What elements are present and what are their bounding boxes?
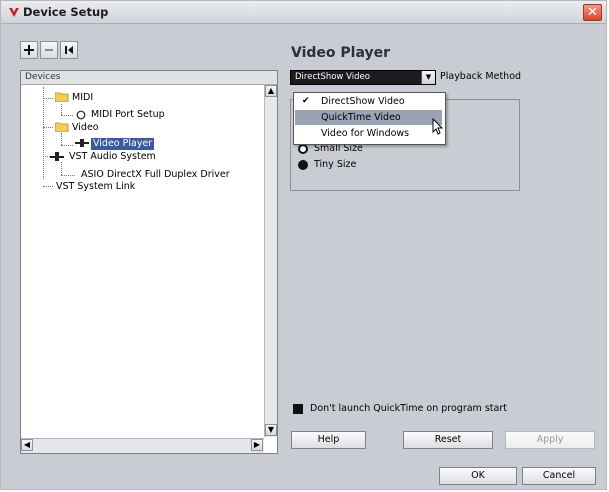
quicktime-launch-label: Don't launch QuickTime on program start [310, 403, 507, 414]
ok-button[interactable]: OK [439, 467, 517, 485]
reset-device-button[interactable] [60, 41, 78, 59]
minus-icon [45, 49, 53, 51]
chevron-left-icon: ◀ [23, 440, 31, 449]
video-device-icon [75, 139, 89, 147]
remove-device-button[interactable] [40, 41, 58, 59]
folder-icon [55, 122, 69, 132]
devices-vertical-scrollbar[interactable]: ▲ ▼ [264, 85, 277, 437]
dropdown-option-label: DirectShow Video [321, 96, 405, 107]
playback-method-select[interactable]: DirectShow Video ▼ [290, 70, 436, 85]
devices-toolbar [20, 41, 80, 61]
tree-item-video[interactable]: Video [72, 122, 99, 134]
radio-button[interactable] [298, 144, 308, 154]
quicktime-launch-checkbox[interactable] [293, 404, 303, 414]
device-setup-window: Device Setup ✕ Devices MIDI MIDI Port Se… [0, 0, 607, 490]
dropdown-option[interactable]: QuickTime Video [295, 110, 442, 125]
help-button[interactable]: Help [291, 431, 366, 449]
radio-label: Tiny Size [314, 159, 357, 170]
audio-system-icon [50, 152, 64, 161]
tree-item-midi-port-setup[interactable]: MIDI Port Setup [91, 109, 165, 121]
scroll-up-button[interactable]: ▲ [265, 85, 277, 97]
chevron-up-icon: ▲ [267, 86, 275, 95]
checkmark-icon: ✔ [302, 96, 310, 106]
dropdown-option[interactable]: Video for Windows [295, 126, 442, 141]
playback-method-value: DirectShow Video [295, 72, 370, 82]
dropdown-arrow-icon[interactable]: ▼ [421, 71, 435, 84]
scroll-down-button[interactable]: ▼ [265, 424, 277, 436]
playback-method-label: Playback Method [440, 71, 522, 82]
add-device-button[interactable] [20, 41, 38, 59]
reset-button[interactable]: Reset [403, 431, 493, 449]
chevron-right-icon: ▶ [253, 440, 261, 449]
title-bar[interactable]: Device Setup ✕ [1, 1, 606, 24]
tree-item-asio-driver[interactable]: ASIO DirectX Full Duplex Driver [81, 169, 230, 181]
tree-item-vst-audio-system[interactable]: VST Audio System [69, 151, 156, 163]
close-icon: ✕ [587, 5, 598, 20]
dropdown-option[interactable]: ✔ DirectShow Video [295, 94, 442, 109]
reset-icon [65, 46, 73, 54]
folder-icon [55, 92, 69, 102]
tree-item-midi[interactable]: MIDI [72, 92, 93, 104]
devices-column-header: Devices [21, 71, 277, 85]
window-title: Device Setup [23, 5, 109, 19]
dropdown-option-label: QuickTime Video [321, 112, 401, 123]
chevron-down-icon: ▼ [267, 425, 275, 434]
tree-item-video-player[interactable]: Video Player [91, 138, 155, 150]
scroll-right-button[interactable]: ▶ [251, 439, 263, 451]
mouse-cursor-icon [432, 118, 444, 135]
video-player-title: Video Player [291, 45, 390, 61]
tree-item-vst-system-link[interactable]: VST System Link [56, 181, 135, 193]
cubase-logo-icon [9, 8, 19, 17]
device-tree: MIDI MIDI Port Setup Video Video Player … [21, 85, 263, 437]
devices-horizontal-scrollbar[interactable]: ◀ ▶ [21, 438, 264, 453]
scroll-left-button[interactable]: ◀ [21, 439, 33, 451]
close-button[interactable]: ✕ [583, 4, 602, 21]
cancel-button[interactable]: Cancel [522, 467, 596, 485]
playback-method-dropdown: ✔ DirectShow Video QuickTime Video Video… [293, 92, 446, 145]
devices-panel: Devices MIDI MIDI Port Setup Video Video… [20, 70, 278, 454]
port-setup-icon [76, 110, 86, 120]
plus-icon [24, 45, 34, 55]
apply-button[interactable]: Apply [505, 431, 595, 449]
radio-button[interactable] [298, 160, 308, 170]
devices-header-label: Devices [25, 72, 61, 82]
dropdown-option-label: Video for Windows [321, 128, 410, 139]
